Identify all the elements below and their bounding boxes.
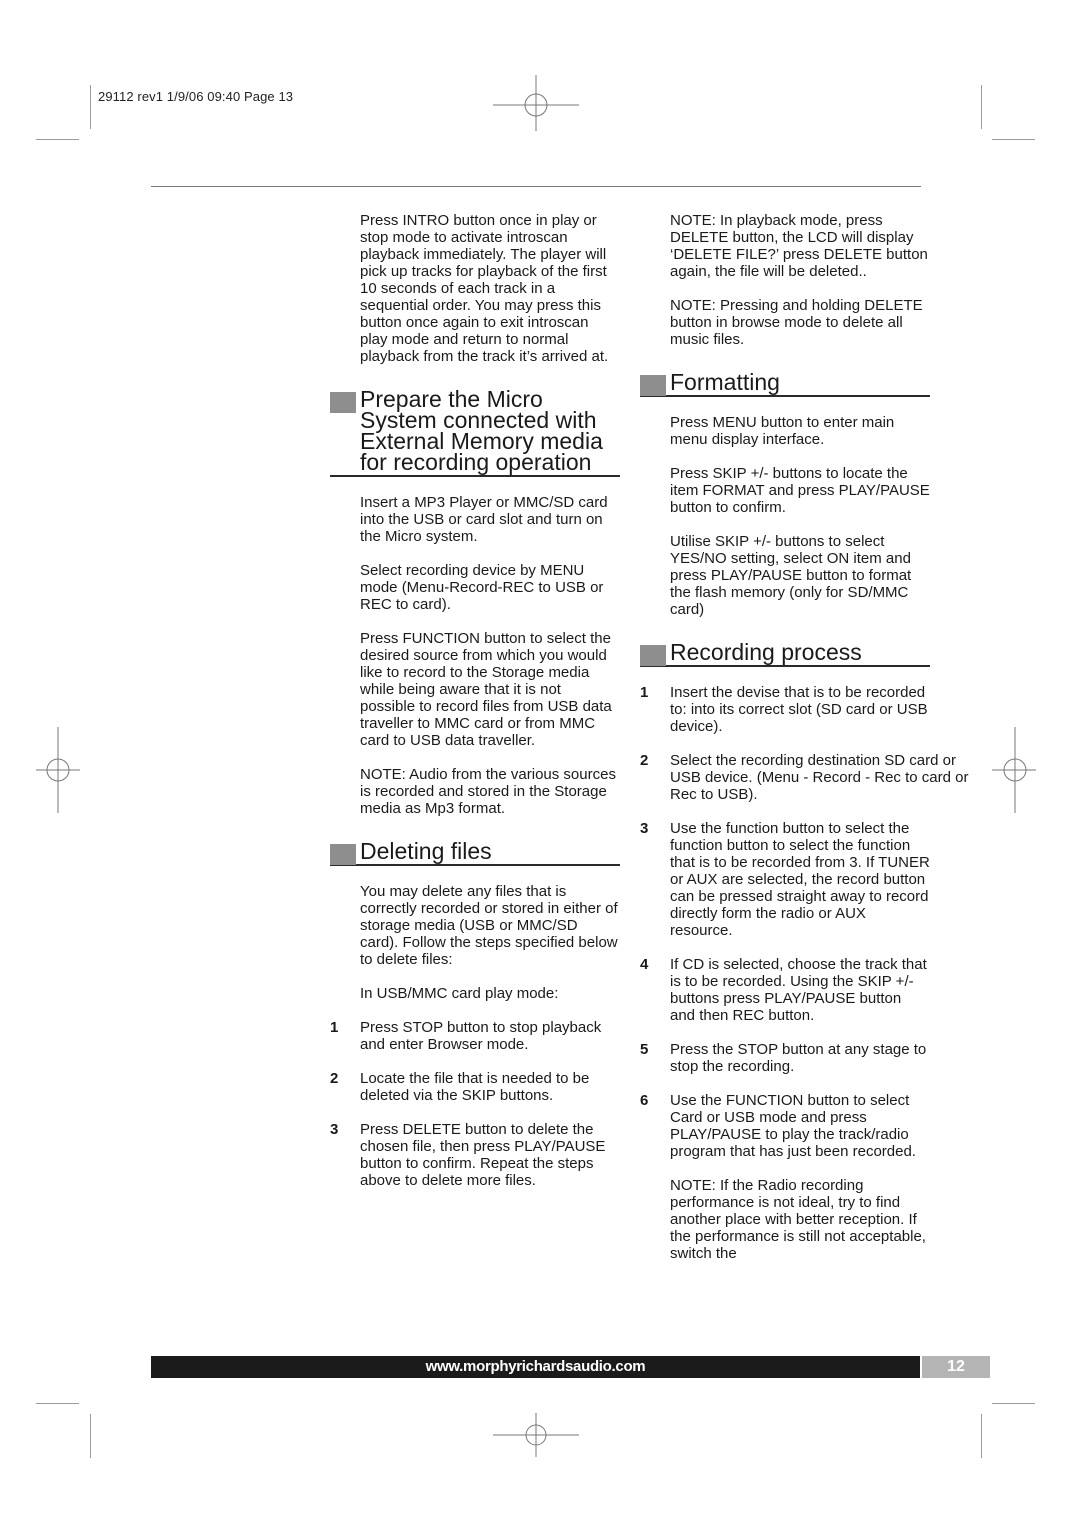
heading-text: Recording process	[670, 639, 862, 665]
heading-square-icon	[640, 645, 666, 666]
crop-mark	[90, 1414, 91, 1458]
crop-mark	[992, 139, 1035, 140]
crop-mark	[981, 1414, 982, 1458]
note-paragraph: NOTE: In playback mode, press DELETE but…	[670, 212, 928, 280]
step-text: Locate the file that is needed to be del…	[360, 1070, 590, 1104]
step-text: If CD is selected, choose the track that…	[670, 956, 927, 1024]
heading-text: Prepare the Micro System connected with …	[360, 386, 603, 475]
list-item: 2 Locate the file that is needed to be d…	[330, 1070, 620, 1104]
note-paragraph: NOTE: Audio from the various sources is …	[360, 766, 616, 817]
step-number: 2	[640, 752, 649, 769]
step-number: 3	[330, 1121, 339, 1138]
paragraph: Press FUNCTION button to select the desi…	[360, 630, 612, 749]
step-text: Use the function button to select the fu…	[670, 820, 930, 939]
crop-mark	[36, 139, 79, 140]
registration-mark-icon	[36, 727, 80, 813]
section-heading-formatting: Formatting	[640, 369, 930, 397]
crop-mark	[36, 1403, 79, 1404]
step-number: 1	[640, 684, 649, 701]
step-text: Use the FUNCTION button to select Card o…	[670, 1092, 916, 1160]
paragraph: In USB/MMC card play mode:	[360, 985, 559, 1002]
heading-square-icon	[330, 392, 356, 413]
note-paragraph: NOTE: If the Radio recording performance…	[670, 1177, 926, 1262]
paragraph: Press MENU button to enter main menu dis…	[670, 414, 895, 448]
right-column: NOTE: In playback mode, press DELETE but…	[640, 212, 968, 1279]
list-item: 4 If CD is selected, choose the track th…	[640, 956, 930, 1024]
heading-square-icon	[330, 844, 356, 865]
step-number: 1	[330, 1019, 339, 1036]
heading-text: Deleting files	[360, 838, 492, 864]
crop-mark	[90, 85, 91, 129]
list-item: 5 Press the STOP button at any stage to …	[640, 1041, 930, 1075]
paragraph: Select recording device by MENU mode (Me…	[360, 562, 604, 613]
crop-mark	[992, 1403, 1035, 1404]
list-item: 1 Insert the devise that is to be record…	[640, 684, 930, 735]
list-item: 2 Select the recording destination SD ca…	[640, 752, 982, 803]
heading-text: Formatting	[670, 369, 780, 395]
heading-square-icon	[640, 375, 666, 396]
footer-url-link[interactable]: www.morphyrichardsaudio.com	[426, 1358, 646, 1375]
step-text: Select the recording destination SD card…	[670, 752, 969, 803]
paragraph: Press SKIP +/- buttons to locate the ite…	[670, 465, 930, 516]
registration-mark-icon	[992, 727, 1036, 813]
paragraph: Insert a MP3 Player or MMC/SD card into …	[360, 494, 608, 545]
list-item: 1 Press STOP button to stop playback and…	[330, 1019, 620, 1053]
step-text: Press STOP button to stop playback and e…	[360, 1019, 602, 1053]
list-item: 3 Press DELETE button to delete the chos…	[330, 1121, 620, 1189]
paragraph: You may delete any files that is correct…	[360, 883, 618, 968]
step-number: 6	[640, 1092, 649, 1109]
intro-paragraph: Press INTRO button once in play or stop …	[360, 212, 609, 365]
step-number: 4	[640, 956, 649, 973]
section-heading-deleting: Deleting files	[330, 838, 620, 866]
list-item: 3 Use the function button to select the …	[640, 820, 930, 939]
step-number: 5	[640, 1041, 649, 1058]
print-slug: 29112 rev1 1/9/06 09:40 Page 13	[98, 89, 294, 104]
header-rule	[151, 186, 921, 187]
left-column: Press INTRO button once in play or stop …	[330, 212, 620, 1206]
crop-mark	[981, 85, 982, 129]
registration-mark-icon	[493, 75, 579, 131]
page-number: 12	[922, 1356, 990, 1378]
section-heading-prepare: Prepare the Micro System connected with …	[330, 386, 620, 477]
registration-mark-icon	[493, 1413, 579, 1457]
step-text: Insert the devise that is to be recorded…	[670, 684, 928, 735]
paragraph: Utilise SKIP +/- buttons to select YES/N…	[670, 533, 912, 618]
step-text: Press the STOP button at any stage to st…	[670, 1041, 927, 1075]
section-heading-recording: Recording process	[640, 639, 930, 667]
list-item: 6 Use the FUNCTION button to select Card…	[640, 1092, 930, 1160]
step-number: 2	[330, 1070, 339, 1087]
step-text: Press DELETE button to delete the chosen…	[360, 1121, 606, 1189]
step-number: 3	[640, 820, 649, 837]
footer-url-bar: www.morphyrichardsaudio.com	[151, 1356, 920, 1378]
note-paragraph: NOTE: Pressing and holding DELETE button…	[670, 297, 923, 348]
